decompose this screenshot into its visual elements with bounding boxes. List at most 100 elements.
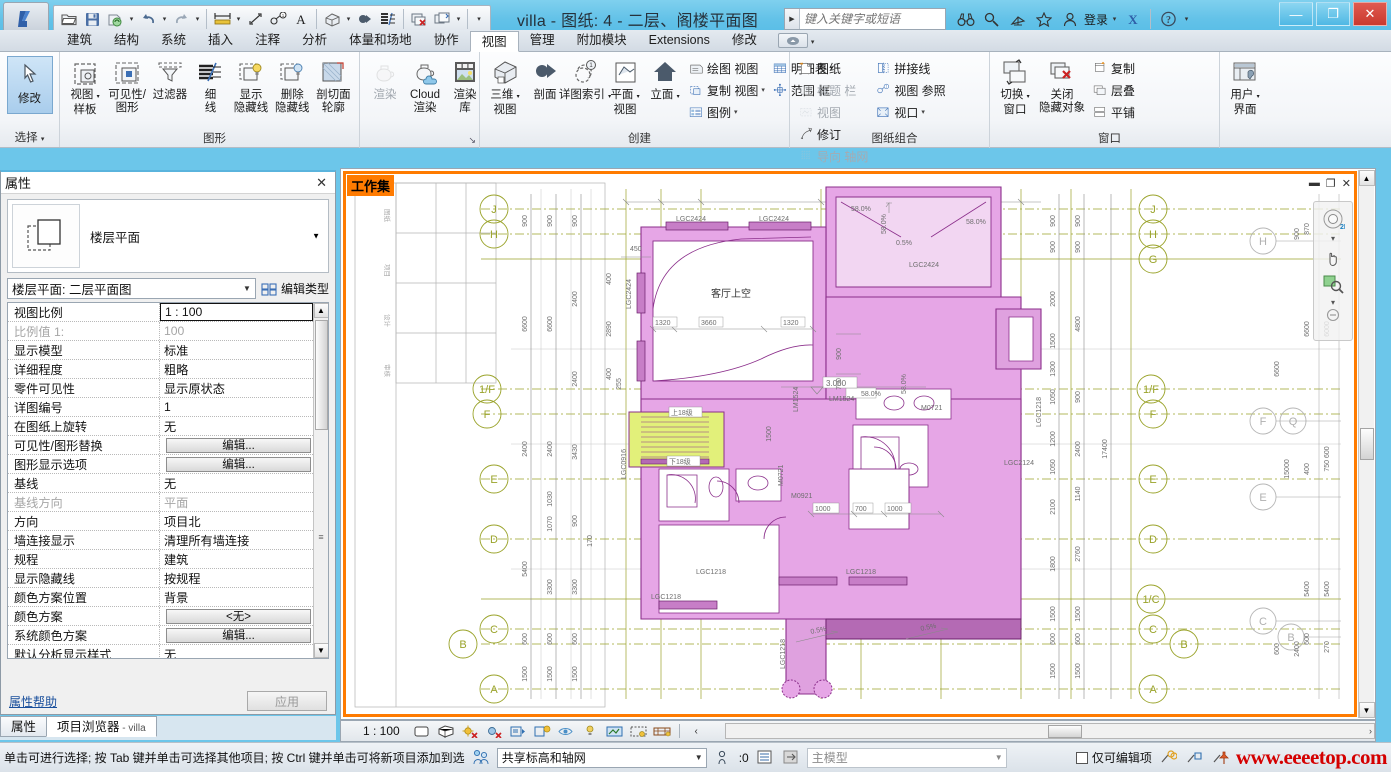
property-value-13[interactable]: 建筑 [160, 550, 313, 568]
align-icon[interactable] [244, 7, 266, 31]
property-value-11[interactable]: 项目北 [160, 512, 313, 530]
active-workset-combo[interactable]: 共享标高和轴网 ▼ [496, 747, 707, 768]
shadows-off-icon[interactable] [485, 722, 504, 740]
property-value-14[interactable]: 按规程 [160, 569, 313, 587]
steering-wheel-caret-icon[interactable]: ▾ [1317, 232, 1349, 244]
ribbon-tab-4[interactable]: 注释 [244, 30, 291, 51]
type-preview-box[interactable]: 楼层平面 ▼ [7, 199, 329, 273]
graphics-button-2[interactable]: 过滤器 [150, 55, 189, 102]
select-underlay-icon[interactable] [1184, 748, 1204, 768]
property-row-11[interactable]: 方向 项目北 [8, 512, 313, 531]
window-big-0[interactable]: 切换 ▾ 窗口 [996, 55, 1034, 117]
create-button-3[interactable]: 平面 ▾ 视图 [606, 55, 644, 117]
zoom-icon[interactable] [1317, 270, 1349, 296]
create-button-4[interactable]: 立面 ▾ [646, 55, 684, 104]
exchange-app-icon[interactable]: X [1121, 7, 1145, 31]
property-row-16[interactable]: 颜色方案 <无> [8, 607, 313, 626]
create-button-2[interactable]: 1 详图索引 ▾ [559, 55, 611, 104]
window-small-2[interactable]: 平铺 [1089, 101, 1139, 123]
undo-caret-icon[interactable]: ▾ [160, 7, 169, 31]
temp-hide-isolate-icon[interactable] [605, 722, 624, 740]
graphics-button-4[interactable]: 显示 隐藏线 [231, 55, 270, 115]
property-value-9[interactable]: 无 [160, 474, 313, 492]
sign-in-label[interactable]: 登录 [1084, 11, 1108, 28]
maximize-button[interactable]: ❐ [1316, 2, 1350, 26]
sun-path-off-icon[interactable] [461, 722, 480, 740]
help-caret-icon[interactable]: ▾ [1182, 7, 1191, 31]
ribbon-tab-3[interactable]: 插入 [197, 30, 244, 51]
palette-tab-1[interactable]: 项目浏览器 - villa [46, 716, 157, 737]
favorites-star-icon[interactable] [1032, 7, 1056, 31]
crop-visible-icon[interactable] [557, 722, 576, 740]
property-value-button-7[interactable]: 编辑... [166, 437, 311, 453]
steering-wheel-icon[interactable]: 2D [1317, 206, 1349, 232]
property-value-15[interactable]: 背景 [160, 588, 313, 606]
more-icon[interactable]: ‹ [687, 722, 706, 740]
select-pinned-icon[interactable] [1210, 748, 1230, 768]
create-small-1-caret-icon[interactable]: ▾ [761, 86, 765, 94]
property-value-5[interactable]: 1 [160, 398, 313, 416]
measure-icon[interactable] [211, 7, 233, 31]
view-scale-label[interactable]: 1 : 100 [363, 724, 400, 738]
create-small-1[interactable]: 复制 视图 ▾ [685, 79, 769, 101]
navbar-options-icon[interactable] [1317, 308, 1349, 322]
properties-scroll-up-icon[interactable]: ▲ [313, 303, 328, 318]
property-row-3[interactable]: 详细程度 粗略 [8, 360, 313, 379]
editable-only-checkbox[interactable] [1075, 751, 1088, 764]
instance-dropdown-icon[interactable]: ▼ [239, 284, 255, 293]
canvas-vertical-scrollbar[interactable]: ▲ ▼ [1358, 170, 1375, 718]
graphics-button-1[interactable]: 可见性/图形 [106, 55, 148, 115]
property-row-0[interactable]: 视图比例 1 : 100 [8, 303, 313, 322]
visual-style-icon[interactable] [437, 722, 456, 740]
switch-caret-icon[interactable]: ▾ [454, 7, 463, 31]
create-small-2[interactable]: 图例 ▾ [685, 101, 769, 123]
ribbon-collapse-caret-icon[interactable]: ▾ [811, 38, 815, 46]
edit-type-button[interactable]: 编辑类型 [261, 280, 329, 297]
presentation-button-1[interactable]: Cloud 渲染 [406, 55, 444, 115]
property-row-18[interactable]: 默认分析显示样式无 [8, 645, 313, 658]
property-row-10[interactable]: 基线方向 平面 [8, 493, 313, 512]
close-button[interactable]: ✕ [1353, 2, 1387, 26]
create-small-2-caret-icon[interactable]: ▾ [734, 108, 738, 116]
hscroll-thumb[interactable] [1047, 724, 1082, 738]
properties-help-link[interactable]: 属性帮助 [9, 693, 57, 710]
workset-icon[interactable] [471, 748, 491, 768]
switch-window-icon[interactable] [431, 7, 453, 31]
select-links-icon[interactable] [1158, 748, 1178, 768]
property-row-6[interactable]: 在图纸上旋转无 [8, 417, 313, 436]
window-small-1[interactable]: 层叠 [1089, 79, 1139, 101]
create-small-0[interactable]: 绘图 视图 [685, 57, 769, 79]
sheet-item-7-caret-icon[interactable]: ▾ [921, 108, 925, 116]
property-value-6[interactable]: 无 [160, 417, 313, 435]
graphics-button-6[interactable]: 剖切面 轮廓 [314, 55, 353, 115]
graphics-button-0[interactable]: 视图 ▾ 样板 [66, 55, 104, 117]
reveal-hidden-icon[interactable] [581, 722, 600, 740]
sheet-item-5[interactable]: 拼接线 [872, 57, 949, 79]
workset-dropdown-icon[interactable]: ▼ [692, 753, 706, 762]
ribbon-tab-6[interactable]: 体量和场地 [338, 30, 423, 51]
hscroll-right-icon[interactable]: › [1369, 726, 1372, 736]
exclude-options-icon[interactable] [781, 748, 801, 768]
ribbon-tab-8[interactable]: 视图 [469, 31, 519, 52]
worksharing-display-icon[interactable] [629, 722, 648, 740]
property-row-2[interactable]: 显示模型 标准 [8, 341, 313, 360]
3d-view-icon[interactable] [321, 7, 343, 31]
open-icon[interactable] [58, 7, 80, 31]
search-magnifier-icon[interactable] [980, 7, 1004, 31]
presentation-dialog-launcher[interactable]: ↘ [468, 135, 476, 146]
user-account-icon[interactable] [1058, 7, 1082, 31]
view-minimize-icon[interactable]: ▬ [1309, 177, 1320, 190]
ribbon-tab-12[interactable]: 修改 [721, 30, 768, 51]
measure-caret-icon[interactable]: ▾ [234, 7, 243, 31]
redo-icon[interactable] [170, 7, 192, 31]
property-value-3[interactable]: 粗略 [160, 360, 313, 378]
help-icon[interactable]: ? [1156, 7, 1180, 31]
window-big-1[interactable]: 关闭 隐藏对象 [1036, 55, 1088, 115]
undo-icon[interactable] [137, 7, 159, 31]
properties-scrollbar[interactable]: ▲ ≡ ▼ [313, 303, 328, 658]
palette-tab-0[interactable]: 属性 [0, 716, 48, 737]
graphics-button-3[interactable]: 细线 [191, 55, 229, 115]
property-row-4[interactable]: 零件可见性 显示原状态 [8, 379, 313, 398]
window-small-0[interactable]: 复制 [1089, 57, 1139, 79]
property-value-2[interactable]: 标准 [160, 341, 313, 359]
